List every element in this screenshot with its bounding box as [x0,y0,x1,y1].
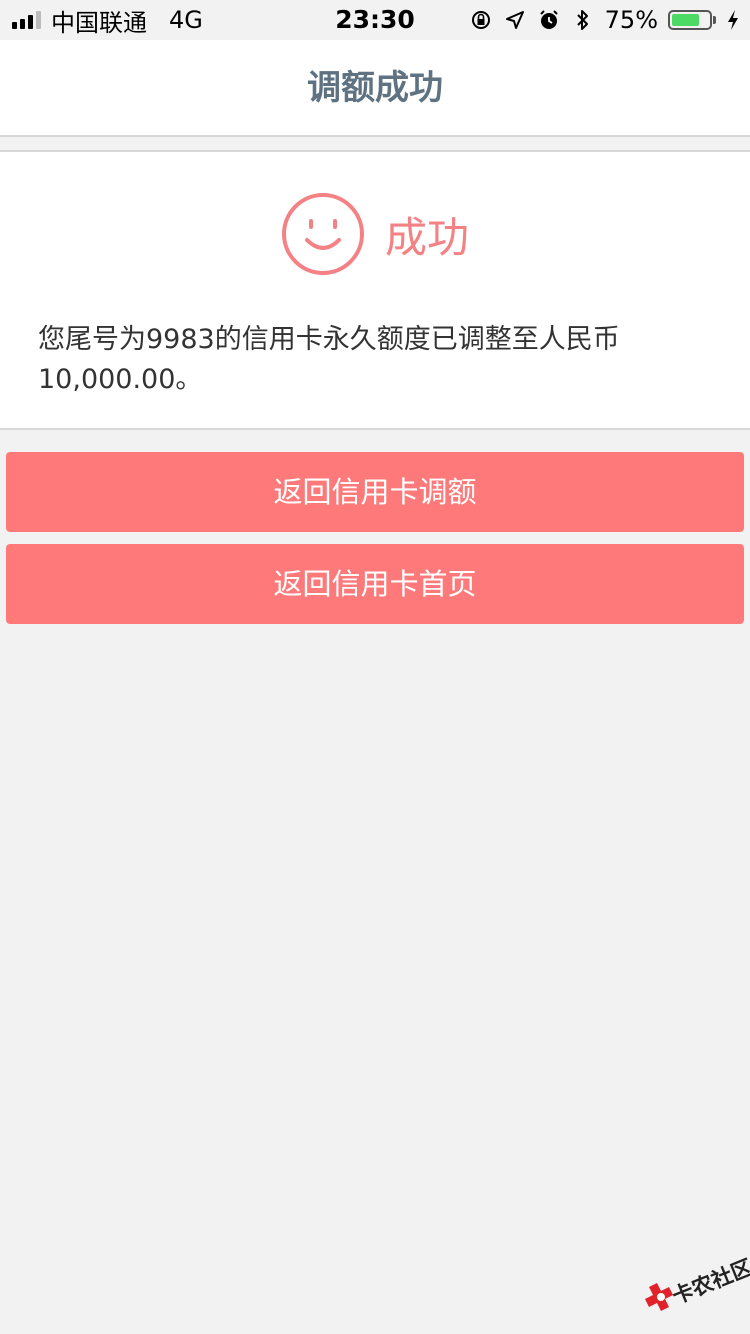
result-card: 成功 您尾号为9983的信用卡永久额度已调整至人民币 10,000.00。 [0,150,750,430]
watermark-text: 卡农社区 [668,1255,750,1309]
battery-icon [668,10,716,30]
back-to-credit-adjust-button[interactable]: 返回信用卡调额 [6,452,744,532]
status-left: 中国联通 4G [12,0,203,40]
signal-strength-icon [12,11,41,29]
status-right: 75% [469,0,740,40]
battery-percent: 75% [604,6,658,34]
bluetooth-icon [571,8,595,32]
alarm-icon [537,8,561,32]
orientation-lock-icon [469,8,493,32]
carrier-name: 中国联通 [51,8,147,37]
result-message: 您尾号为9983的信用卡永久额度已调整至人民币 10,000.00。 [38,324,620,395]
smile-icon [281,193,364,275]
success-status-text: 成功 [384,212,469,262]
network-type: 4G [169,6,203,34]
charging-icon [726,8,740,32]
page-title: 调额成功 [307,68,443,108]
location-icon [503,8,527,32]
nav-bar: 调额成功 [0,40,750,137]
back-to-credit-home-button[interactable]: 返回信用卡首页 [6,544,744,624]
watermark: 卡农社区 [644,1248,750,1318]
battery-level-fill [672,14,699,26]
status-bar: 中国联通 4G 23:30 75% [0,0,750,40]
success-row: 成功 [0,190,750,278]
